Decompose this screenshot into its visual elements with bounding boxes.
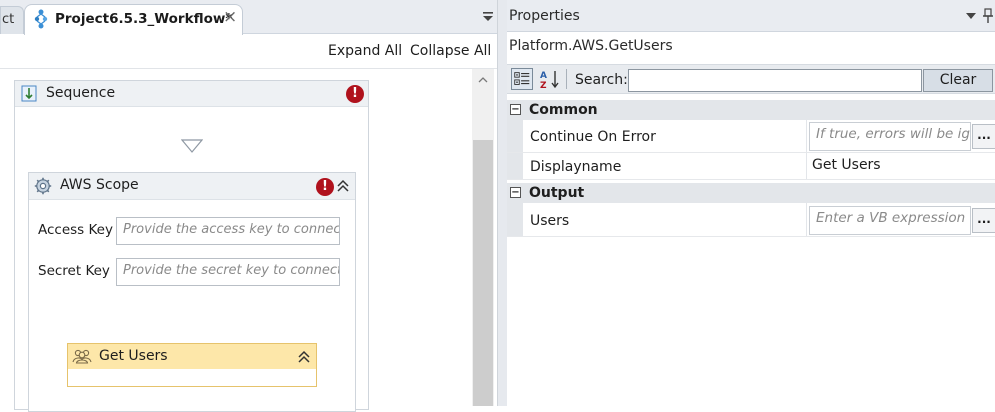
category-title: Output: [529, 185, 585, 201]
access-key-label: Access Key: [38, 222, 113, 238]
toolbar-separator: [566, 69, 567, 89]
collapse-all-button[interactable]: Collapse All: [410, 43, 491, 59]
designer-toolbar: Expand All Collapse All: [0, 35, 497, 69]
svg-text:A: A: [540, 71, 547, 81]
double-chevron-up-icon[interactable]: [296, 349, 312, 365]
properties-panel: Properties Platform.AWS.GetUsers A Z Sea…: [507, 0, 995, 406]
property-name: Users: [530, 213, 570, 229]
properties-titlebar: Properties: [507, 0, 995, 32]
close-icon[interactable]: ×: [223, 7, 237, 27]
pin-icon[interactable]: [982, 8, 994, 24]
row-gutter: [507, 120, 523, 152]
get-users-activity[interactable]: Get Users: [67, 343, 317, 387]
error-icon[interactable]: !: [346, 85, 364, 103]
sequence-title: Sequence: [46, 85, 116, 101]
users-expression-input[interactable]: Enter a VB expression: [809, 206, 971, 235]
column-divider: [806, 153, 807, 179]
sequence-header[interactable]: Sequence !: [15, 81, 368, 107]
secret-key-label: Secret Key: [38, 263, 110, 279]
double-chevron-up-icon[interactable]: [335, 178, 351, 194]
chevron-down-icon[interactable]: [965, 11, 977, 21]
tab-previous-label: ct: [2, 12, 15, 27]
get-users-header[interactable]: Get Users: [68, 344, 316, 369]
row-gutter: [507, 203, 523, 236]
get-users-title: Get Users: [99, 348, 168, 364]
column-divider: [806, 120, 807, 152]
scroll-up-icon[interactable]: [472, 69, 494, 91]
property-name: Continue On Error: [530, 129, 656, 145]
access-key-input[interactable]: Provide the access key to connect: [116, 217, 340, 245]
collapse-category-icon[interactable]: −: [510, 104, 521, 115]
gear-icon: [34, 177, 52, 195]
error-icon[interactable]: !: [316, 178, 334, 196]
properties-toolbar: A Z Search: Clear: [507, 64, 995, 94]
users-icon: [72, 349, 92, 364]
sort-alpha-icon[interactable]: A Z: [538, 68, 562, 90]
collapse-category-icon[interactable]: −: [510, 187, 521, 198]
panel-title: Properties: [509, 8, 580, 24]
search-input[interactable]: [628, 69, 922, 92]
category-output: − Output: [507, 183, 995, 203]
expression-editor-button[interactable]: ...: [972, 124, 995, 149]
search-label: Search:: [575, 72, 628, 88]
clear-button[interactable]: Clear: [923, 69, 993, 92]
svg-text:Z: Z: [540, 81, 547, 90]
aws-scope-header[interactable]: AWS Scope !: [29, 173, 355, 200]
category-title: Common: [529, 102, 598, 118]
tab-list-dropdown-icon[interactable]: [481, 10, 495, 24]
sequence-activity[interactable]: Sequence ! AWS Scope ! Access Key Provid…: [14, 80, 369, 412]
displayname-value[interactable]: Get Users: [812, 157, 881, 173]
column-divider: [806, 203, 807, 236]
property-row-displayname[interactable]: Displayname Get Users: [507, 153, 995, 180]
property-name: Displayname: [530, 159, 622, 175]
category-common: − Common: [507, 100, 995, 120]
row-gutter: [507, 153, 523, 179]
panel-splitter[interactable]: [497, 0, 507, 406]
document-tabstrip: ct Project6.5.3_Workflow* ×: [0, 0, 500, 35]
categorized-view-icon[interactable]: [511, 68, 533, 90]
scrollbar-thumb[interactable]: [473, 140, 493, 406]
expand-all-button[interactable]: Expand All: [328, 43, 402, 59]
secret-key-input[interactable]: Provide the secret key to connect: [116, 258, 340, 286]
drop-target-triangle-icon[interactable]: [181, 139, 203, 153]
workflow-icon: [34, 9, 48, 29]
tab-title: Project6.5.3_Workflow*: [55, 11, 233, 27]
sequence-icon: [21, 85, 37, 102]
selected-activity-name: Platform.AWS.GetUsers: [509, 38, 673, 54]
continue-on-error-input[interactable]: If true, errors will be ign: [809, 122, 971, 151]
tab-project-workflow[interactable]: Project6.5.3_Workflow* ×: [24, 4, 243, 35]
tab-previous-document[interactable]: ct: [0, 6, 24, 34]
property-row-users[interactable]: Users Enter a VB expression ...: [507, 203, 995, 237]
expression-editor-button[interactable]: ...: [972, 208, 995, 233]
aws-scope-title: AWS Scope: [60, 177, 139, 193]
aws-scope-activity[interactable]: AWS Scope ! Access Key Provide the acces…: [28, 172, 356, 412]
property-row-continue-on-error[interactable]: Continue On Error If true, errors will b…: [507, 120, 995, 153]
